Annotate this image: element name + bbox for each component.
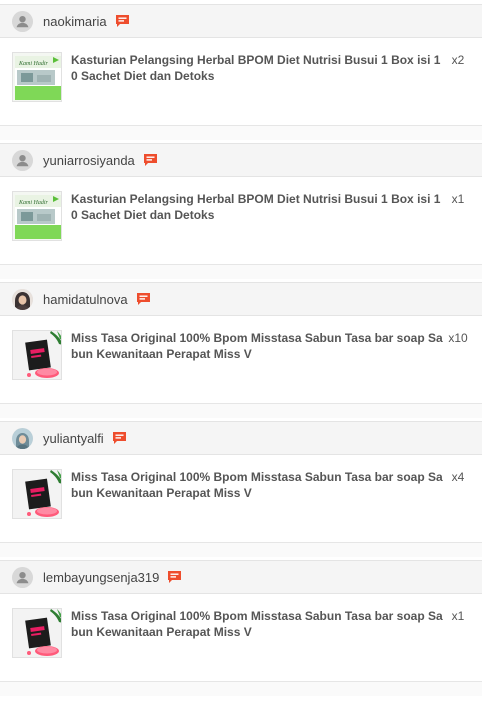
item-quantity: x1 [451, 192, 465, 206]
product-title[interactable]: Miss Tasa Original 100% Bpom Misstasa Sa… [71, 608, 443, 640]
chat-icon[interactable] [167, 570, 182, 584]
buyer-username[interactable]: hamidatulnova [43, 292, 128, 307]
chat-icon[interactable] [136, 292, 151, 306]
buyer-username[interactable]: yuliantyalfi [43, 431, 104, 446]
order-header: lembayungsenja319 [0, 560, 482, 594]
order-list: naokimaria Kami Hadir Kasturian Pelangsi… [0, 0, 482, 702]
order-card: yuliantyalfi Miss Tasa Original 100% Bpo… [0, 421, 482, 543]
product-thumbnail[interactable]: Kami Hadir [12, 191, 62, 241]
product-title[interactable]: Miss Tasa Original 100% Bpom Misstasa Sa… [71, 330, 443, 362]
divider [0, 404, 482, 418]
default-avatar-icon[interactable] [12, 566, 33, 588]
photo-avatar-icon[interactable] [12, 427, 33, 449]
photo-avatar-icon[interactable] [12, 288, 33, 310]
buyer-username[interactable]: yuniarrosiyanda [43, 153, 135, 168]
product-title[interactable]: Kasturian Pelangsing Herbal BPOM Diet Nu… [71, 52, 443, 84]
product-title[interactable]: Miss Tasa Original 100% Bpom Misstasa Sa… [71, 469, 443, 501]
item-quantity: x10 [448, 331, 468, 345]
order-item[interactable]: Kami Hadir Kasturian Pelangsing Herbal B… [0, 177, 482, 265]
order-card: hamidatulnova Miss Tasa Original 100% Bp… [0, 282, 482, 404]
chat-icon[interactable] [115, 14, 130, 28]
order-header: naokimaria [0, 4, 482, 38]
chat-icon[interactable] [143, 153, 158, 167]
item-quantity: x2 [451, 53, 465, 67]
buyer-username[interactable]: naokimaria [43, 14, 107, 29]
order-header: hamidatulnova [0, 282, 482, 316]
order-item[interactable]: Miss Tasa Original 100% Bpom Misstasa Sa… [0, 316, 482, 404]
order-item[interactable]: Miss Tasa Original 100% Bpom Misstasa Sa… [0, 594, 482, 682]
product-thumbnail[interactable] [12, 469, 62, 519]
divider [0, 682, 482, 696]
thumb-text: Kami Hadir [18, 200, 49, 206]
divider [0, 543, 482, 557]
order-card: lembayungsenja319 Miss Tasa Original 100… [0, 560, 482, 682]
order-item[interactable]: Kami Hadir Kasturian Pelangsing Herbal B… [0, 38, 482, 126]
chat-icon[interactable] [112, 431, 127, 445]
item-quantity: x1 [451, 609, 465, 623]
product-thumbnail[interactable] [12, 330, 62, 380]
product-thumbnail[interactable]: Kami Hadir [12, 52, 62, 102]
buyer-username[interactable]: lembayungsenja319 [43, 570, 159, 585]
order-header: yuniarrosiyanda [0, 143, 482, 177]
product-thumbnail[interactable] [12, 608, 62, 658]
default-avatar-icon[interactable] [12, 10, 33, 32]
product-title[interactable]: Kasturian Pelangsing Herbal BPOM Diet Nu… [71, 191, 443, 223]
order-card: yuniarrosiyanda Kami Hadir Kasturian Pel… [0, 143, 482, 265]
order-header: yuliantyalfi [0, 421, 482, 455]
order-card: naokimaria Kami Hadir Kasturian Pelangsi… [0, 4, 482, 126]
thumb-text: Kami Hadir [18, 61, 49, 67]
order-item[interactable]: Miss Tasa Original 100% Bpom Misstasa Sa… [0, 455, 482, 543]
default-avatar-icon[interactable] [12, 149, 33, 171]
divider [0, 265, 482, 279]
divider [0, 126, 482, 140]
item-quantity: x4 [451, 470, 465, 484]
